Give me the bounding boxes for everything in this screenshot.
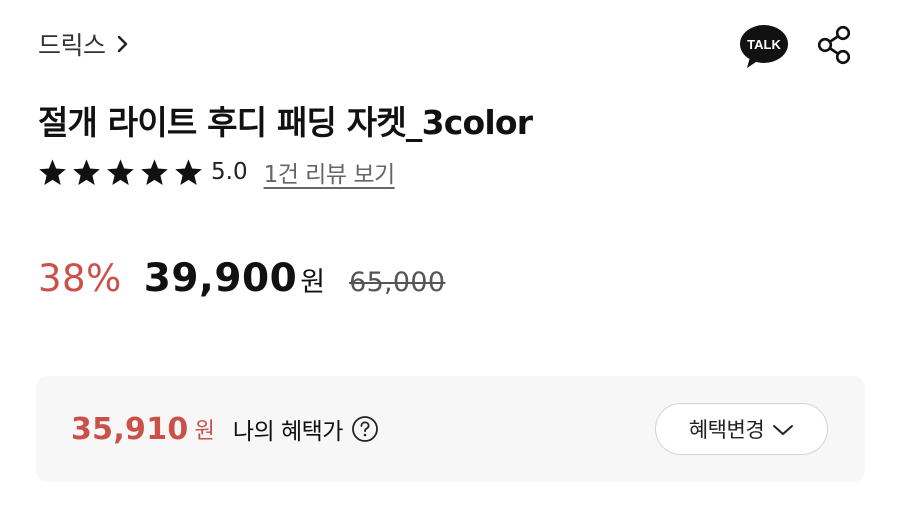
brand-name: 드릭스	[38, 31, 106, 60]
talk-icon-text: TALK	[747, 37, 781, 52]
change-benefit-button[interactable]: 혜택변경	[655, 403, 828, 455]
share-icon[interactable]	[815, 24, 853, 66]
kakao-talk-icon[interactable]: TALK	[738, 24, 790, 70]
question-circle-icon[interactable]	[351, 415, 379, 443]
star-rating	[38, 158, 203, 186]
chevron-down-icon	[772, 422, 794, 436]
star-icon	[106, 158, 135, 186]
price-row: 38% 39,900 원 65,000	[38, 256, 445, 301]
original-price: 65,000	[349, 267, 446, 298]
benefit-summary: 35,910 원 나의 혜택가	[71, 376, 379, 482]
change-benefit-label: 혜택변경	[688, 418, 765, 442]
brand-link[interactable]: 드릭스	[38, 26, 130, 62]
benefit-label: 나의 혜택가	[232, 419, 344, 445]
sale-price-unit: 원	[300, 267, 326, 298]
star-icon	[174, 158, 203, 186]
discount-rate: 38%	[38, 257, 122, 300]
sale-price: 39,900	[143, 256, 298, 301]
product-detail-page: 드릭스 TALK 절개 라이트 후디 패딩 자켓_3color 5.0 1건 리…	[0, 0, 900, 526]
benefit-price: 35,910	[71, 411, 189, 447]
star-icon	[140, 158, 169, 186]
rating-row: 5.0 1건 리뷰 보기	[38, 154, 395, 190]
product-title: 절개 라이트 후디 패딩 자켓_3color	[38, 103, 533, 142]
benefit-price-unit: 원	[194, 419, 215, 444]
review-link[interactable]: 1건 리뷰 보기	[264, 155, 396, 189]
rating-score: 5.0	[211, 159, 248, 185]
benefit-box: 35,910 원 나의 혜택가 혜택변경	[36, 376, 865, 482]
star-icon	[72, 158, 101, 186]
star-icon	[38, 158, 67, 186]
chevron-right-icon	[116, 35, 130, 53]
